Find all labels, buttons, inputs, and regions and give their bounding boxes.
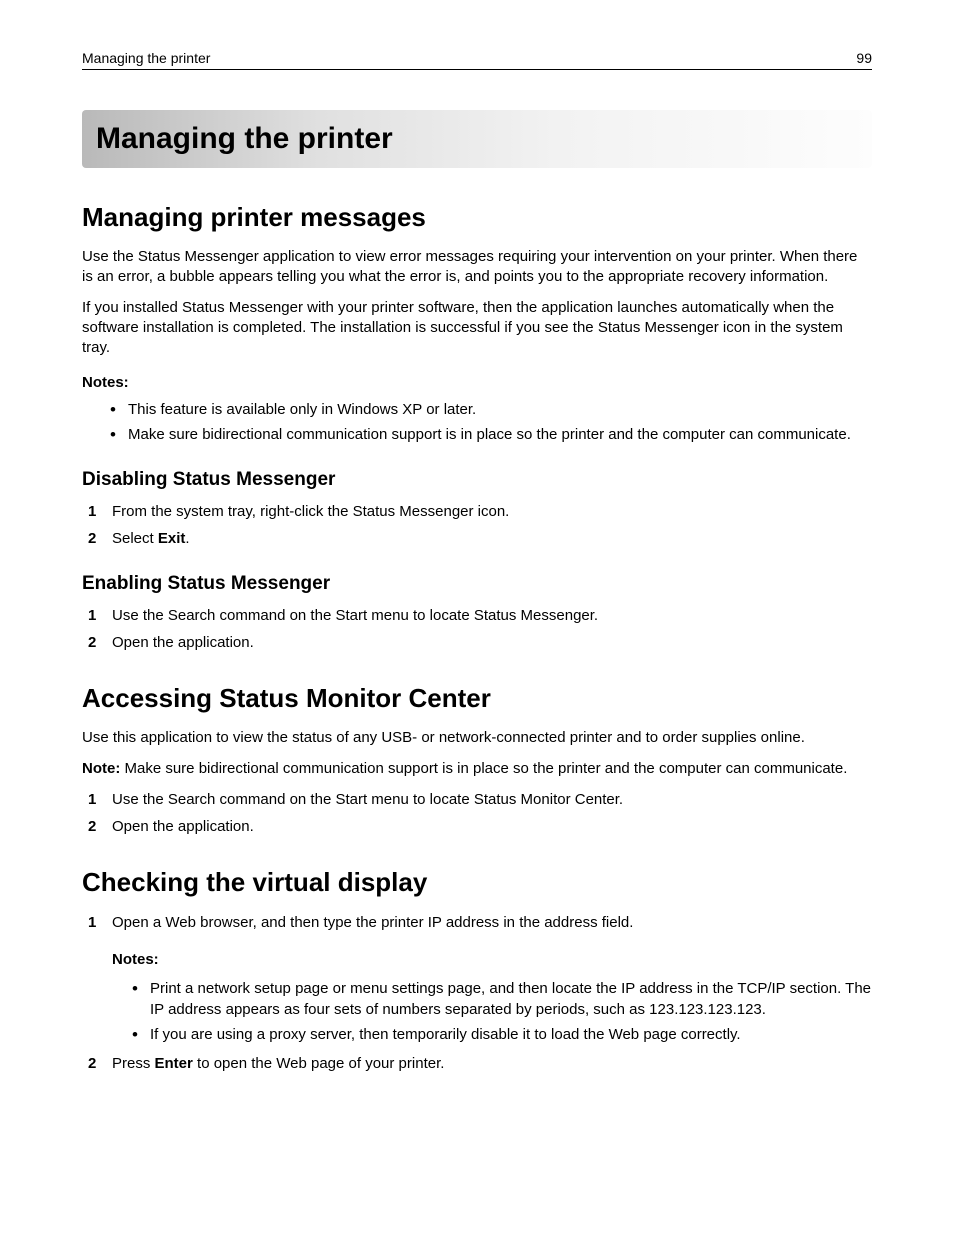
step-item: Use the Search command on the Start menu…: [88, 605, 872, 626]
note-label-inline: Note:: [82, 760, 120, 777]
step-item: Open the application.: [88, 816, 872, 837]
note-item: Make sure bidirectional communication su…: [110, 424, 872, 445]
notes-label: Notes:: [82, 374, 872, 391]
note-text: Make sure bidirectional communication su…: [120, 760, 847, 777]
section-heading-managing-messages: Managing printer messages: [82, 202, 872, 233]
section-heading-status-monitor: Accessing Status Monitor Center: [82, 683, 872, 714]
note-item: If you are using a proxy server, then te…: [132, 1024, 872, 1045]
section-heading-virtual-display: Checking the virtual display: [82, 867, 872, 898]
steps-list: Use the Search command on the Start menu…: [82, 605, 872, 653]
running-header: Managing the printer 99: [82, 50, 872, 70]
subsection-heading-disabling: Disabling Status Messenger: [82, 469, 872, 491]
step-text: Open a Web browser, and then type the pr…: [112, 914, 633, 931]
step-bold: Exit: [158, 530, 186, 547]
step-item: Open a Web browser, and then type the pr…: [88, 912, 872, 1045]
chapter-title: Managing the printer: [82, 110, 872, 168]
steps-list: Open a Web browser, and then type the pr…: [82, 912, 872, 1074]
step-bold: Enter: [155, 1055, 193, 1072]
step-item: Press Enter to open the Web page of your…: [88, 1053, 872, 1074]
step-item: From the system tray, right-click the St…: [88, 501, 872, 522]
note-item: Print a network setup page or menu setti…: [132, 978, 872, 1020]
step-text: to open the Web page of your printer.: [193, 1055, 445, 1072]
notes-list: Print a network setup page or menu setti…: [112, 978, 872, 1045]
step-item: Open the application.: [88, 632, 872, 653]
running-title: Managing the printer: [82, 50, 210, 66]
step-notes: Notes: Print a network setup page or men…: [112, 949, 872, 1045]
notes-label: Notes:: [112, 949, 872, 970]
steps-list: From the system tray, right-click the St…: [82, 501, 872, 549]
body-text: Use this application to view the status …: [82, 728, 872, 748]
note-item: This feature is available only in Window…: [110, 399, 872, 420]
step-item: Use the Search command on the Start menu…: [88, 789, 872, 810]
body-text: Note: Make sure bidirectional communicat…: [82, 759, 872, 779]
step-item: Select Exit.: [88, 528, 872, 549]
document-page: Managing the printer 99 Managing the pri…: [0, 0, 954, 1140]
page-number: 99: [856, 50, 872, 66]
step-text: .: [185, 530, 189, 547]
subsection-heading-enabling: Enabling Status Messenger: [82, 573, 872, 595]
steps-list: Use the Search command on the Start menu…: [82, 789, 872, 837]
body-text: If you installed Status Messenger with y…: [82, 298, 872, 359]
notes-list: This feature is available only in Window…: [82, 399, 872, 445]
body-text: Use the Status Messenger application to …: [82, 247, 872, 288]
step-text: Select: [112, 530, 158, 547]
step-text: Press: [112, 1055, 155, 1072]
